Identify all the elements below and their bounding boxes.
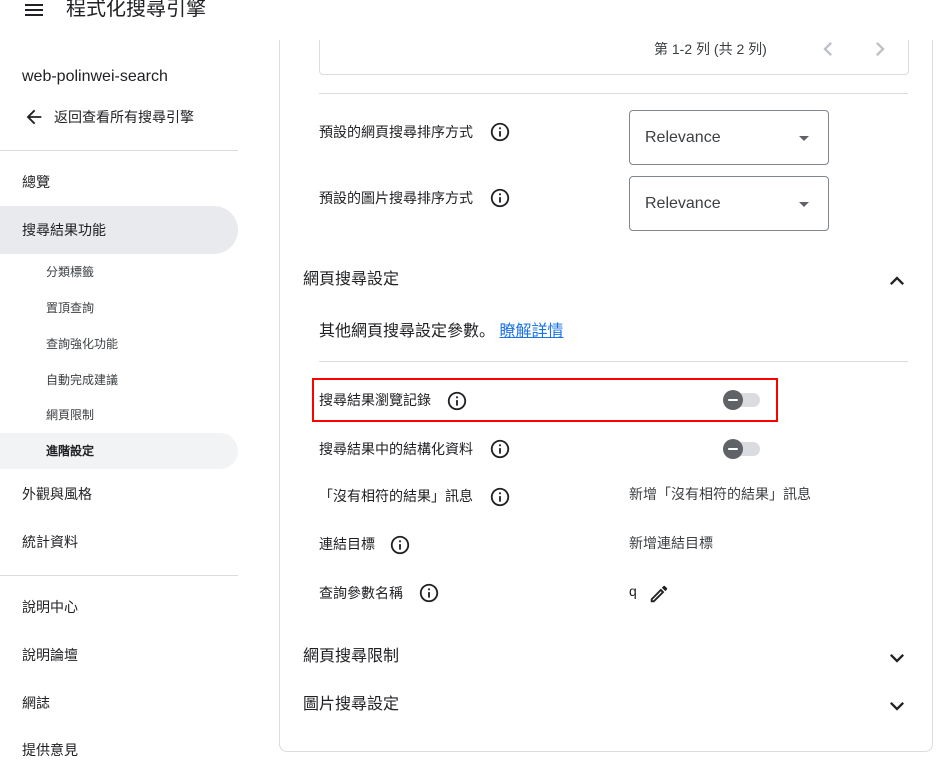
description-text: 其他網頁搜尋設定參數。 — [319, 323, 496, 340]
sidebar-subitem-autocomplete[interactable]: 自動完成建議 — [46, 372, 118, 388]
sidebar-subitem-advanced[interactable]: 進階設定 — [46, 443, 94, 459]
section-divider — [319, 93, 908, 94]
sidebar-item-blog[interactable]: 網誌 — [22, 693, 50, 713]
info-icon[interactable] — [489, 187, 511, 209]
info-icon[interactable] — [446, 390, 468, 412]
info-icon[interactable] — [389, 534, 411, 556]
image-sort-label: 預設的圖片搜尋排序方式 — [319, 190, 473, 206]
structured-data-toggle[interactable] — [722, 438, 762, 460]
settings-card — [279, 0, 933, 752]
sidebar-item-look-and-feel[interactable]: 外觀與風格 — [22, 484, 92, 504]
arrow-back-icon[interactable] — [23, 106, 45, 128]
pencil-icon[interactable] — [648, 583, 670, 605]
search-history-label: 搜尋結果瀏覽記錄 — [319, 392, 431, 408]
dropdown-arrow-icon — [792, 192, 816, 216]
web-search-settings-title[interactable]: 網頁搜尋設定 — [303, 268, 399, 292]
app-title: 程式化搜尋引擎 — [66, 0, 206, 20]
query-parameter-label: 查詢參數名稱 — [319, 585, 403, 601]
sidebar-item-help-forum[interactable]: 說明論壇 — [22, 645, 78, 665]
image-sort-select[interactable]: Relevance — [629, 176, 829, 231]
add-no-results-message-link[interactable]: 新增「沒有相符的結果」訊息 — [629, 484, 811, 504]
sidebar-item-feedback[interactable]: 提供意見 — [22, 740, 78, 760]
toggle-knob — [723, 390, 743, 410]
section-divider — [319, 361, 908, 362]
web-sort-select[interactable]: Relevance — [629, 110, 829, 165]
pagination-summary: 第 1-2 列 (共 2 列) — [654, 41, 767, 57]
chevron-down-icon[interactable] — [883, 644, 911, 672]
sidebar-subitem-query-enhancements[interactable]: 查詢強化功能 — [46, 336, 118, 352]
no-results-message-label: 「沒有相符的結果」訊息 — [319, 488, 473, 504]
structured-data-label: 搜尋結果中的結構化資料 — [319, 441, 473, 457]
chevron-up-icon[interactable] — [883, 267, 911, 295]
learn-more-link[interactable]: 瞭解詳情 — [499, 323, 563, 340]
info-icon[interactable] — [489, 121, 511, 143]
sidebar-subitem-promotions[interactable]: 置頂查詢 — [46, 300, 94, 316]
top-app-bar: 程式化搜尋引擎 — [0, 0, 937, 40]
sidebar-subitem-refinements[interactable]: 分類標籤 — [46, 264, 94, 280]
link-target-label: 連結目標 — [319, 536, 375, 552]
sidebar-divider — [0, 150, 238, 151]
sidebar-subitem-web-restrictions[interactable]: 網頁限制 — [46, 407, 94, 423]
info-icon[interactable] — [489, 438, 511, 460]
sidebar-item-search-features[interactable]: 搜尋結果功能 — [22, 220, 106, 240]
web-search-restrictions-title[interactable]: 網頁搜尋限制 — [303, 645, 399, 669]
app-root: web-polinwei-search 返回查看所有搜尋引擎 總覽 搜尋結果功能… — [0, 0, 937, 762]
sidebar-subitem-active-highlight — [0, 433, 238, 469]
image-search-settings-title[interactable]: 圖片搜尋設定 — [303, 693, 399, 717]
web-sort-select-value: Relevance — [645, 129, 721, 146]
info-icon[interactable] — [489, 486, 511, 508]
chevron-down-icon[interactable] — [883, 692, 911, 720]
sidebar-item-statistics[interactable]: 統計資料 — [22, 532, 78, 552]
back-to-all-engines-link[interactable]: 返回查看所有搜尋引擎 — [54, 107, 194, 127]
toggle-knob — [723, 439, 743, 459]
menu-icon[interactable] — [22, 0, 46, 22]
sidebar-divider — [0, 575, 238, 576]
web-search-settings-description: 其他網頁搜尋設定參數。 瞭解詳情 — [319, 320, 563, 344]
engine-name: web-polinwei-search — [22, 68, 168, 85]
sidebar-item-overview[interactable]: 總覽 — [22, 172, 50, 192]
info-icon[interactable] — [418, 582, 440, 604]
search-history-toggle[interactable] — [722, 389, 762, 411]
dropdown-arrow-icon — [792, 126, 816, 150]
add-link-target-link[interactable]: 新增連結目標 — [629, 533, 713, 553]
web-sort-label: 預設的網頁搜尋排序方式 — [319, 124, 473, 140]
query-parameter-value: q — [629, 583, 637, 599]
image-sort-select-value: Relevance — [645, 195, 721, 212]
sidebar-item-help-center[interactable]: 說明中心 — [22, 597, 78, 617]
